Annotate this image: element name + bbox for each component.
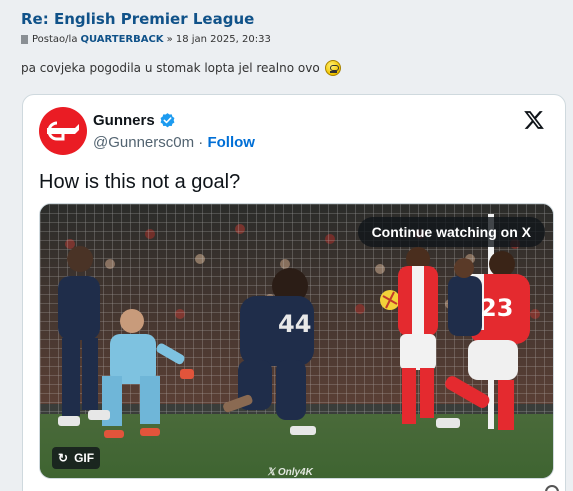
tweet-account-name-text: Gunners — [93, 112, 155, 129]
gif-label: GIF — [74, 451, 95, 465]
avatar[interactable] — [39, 107, 87, 155]
post-document-icon[interactable] — [21, 35, 28, 44]
post-meta-prefix: Postao/la — [32, 34, 78, 45]
verified-badge-icon — [160, 113, 175, 128]
post-body-text: pa covjeka pogodila u stomak lopta jel r… — [21, 61, 320, 75]
tweet-handle[interactable]: @Gunnersc0m — [93, 134, 194, 151]
post-meta: Postao/la QUARTERBACK » 18 jan 2025, 20:… — [21, 34, 271, 45]
replay-icon: ↻ — [58, 451, 69, 465]
video-watermark: 𝕏 Only4K — [267, 467, 313, 478]
post-date: » 18 jan 2025, 20:33 — [166, 34, 271, 45]
tweet-handle-row: @Gunnersc0m · Follow — [93, 134, 255, 151]
gunners-logo-icon — [47, 121, 79, 141]
confused-smiley-icon — [324, 60, 341, 76]
follow-link[interactable]: Follow — [207, 134, 255, 151]
embedded-tweet[interactable]: Gunners @Gunnersc0m · Follow How is this… — [22, 94, 566, 491]
post-author-link[interactable]: QUARTERBACK — [80, 34, 163, 45]
x-logo-icon[interactable] — [523, 109, 545, 131]
forum-post: Re: English Premier League Postao/la QUA… — [0, 0, 573, 491]
svg-text:44: 44 — [278, 310, 311, 338]
continue-watching-button[interactable]: Continue watching on X — [357, 217, 545, 247]
gif-badge[interactable]: ↻ GIF — [52, 447, 101, 469]
post-body: pa covjeka pogodila u stomak lopta jel r… — [21, 60, 341, 76]
svg-text:23: 23 — [480, 294, 513, 322]
tweet-media[interactable]: 44 23 Continue watching on X ↻ GIF 𝕏 Onl… — [39, 203, 554, 479]
tweet-account-name[interactable]: Gunners — [93, 112, 176, 129]
post-title[interactable]: Re: English Premier League — [21, 10, 254, 28]
tweet-text: How is this not a goal? — [39, 171, 241, 193]
